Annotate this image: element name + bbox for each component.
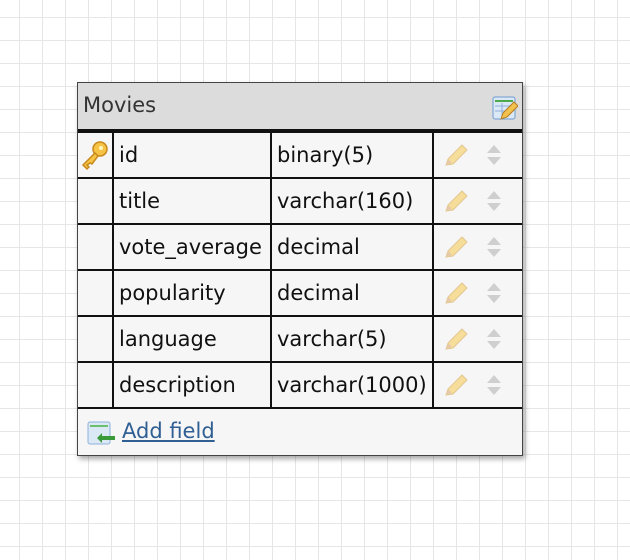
field-actions [431, 315, 522, 363]
key-cell [78, 269, 114, 317]
field-name[interactable]: language [112, 315, 272, 363]
primary-key-icon [81, 141, 108, 171]
entity-title: Movies [83, 93, 157, 117]
entity-movies[interactable]: Movies id binary(5) title varchar(160) v… [77, 82, 523, 456]
reorder-arrows-icon[interactable] [486, 189, 502, 213]
key-cell [78, 131, 114, 179]
reorder-arrows-icon[interactable] [486, 143, 502, 167]
field-row[interactable]: title varchar(160) [78, 177, 522, 225]
field-type[interactable]: varchar(5) [270, 315, 434, 363]
field-name[interactable]: id [112, 131, 272, 179]
field-type[interactable]: decimal [270, 269, 434, 317]
key-cell [78, 223, 114, 271]
field-actions [431, 269, 522, 317]
field-row[interactable]: language varchar(5) [78, 315, 522, 363]
key-cell [78, 315, 114, 363]
field-name[interactable]: vote_average [112, 223, 272, 271]
reorder-arrows-icon[interactable] [486, 281, 502, 305]
field-row[interactable]: vote_average decimal [78, 223, 522, 271]
add-field-icon[interactable] [87, 421, 117, 447]
edit-pencil-icon[interactable] [444, 235, 470, 259]
entity-footer: Add field [78, 409, 522, 455]
edit-pencil-icon[interactable] [444, 189, 470, 213]
field-name[interactable]: description [112, 361, 272, 409]
field-type[interactable]: varchar(160) [270, 177, 434, 225]
field-type[interactable]: varchar(1000) [270, 361, 434, 409]
field-actions [431, 361, 522, 409]
field-type[interactable]: binary(5) [270, 131, 434, 179]
edit-pencil-icon[interactable] [444, 281, 470, 305]
table-edit-icon[interactable] [492, 95, 518, 121]
edit-pencil-icon[interactable] [444, 327, 470, 351]
reorder-arrows-icon[interactable] [486, 327, 502, 351]
edit-pencil-icon[interactable] [444, 373, 470, 397]
reorder-arrows-icon[interactable] [486, 373, 502, 397]
reorder-arrows-icon[interactable] [486, 235, 502, 259]
field-actions [431, 177, 522, 225]
entity-header[interactable]: Movies [78, 83, 522, 131]
key-cell [78, 361, 114, 409]
field-name[interactable]: title [112, 177, 272, 225]
field-type[interactable]: decimal [270, 223, 434, 271]
add-field-link[interactable]: Add field [122, 419, 215, 443]
key-cell [78, 177, 114, 225]
field-row[interactable]: description varchar(1000) [78, 361, 522, 409]
field-row[interactable]: id binary(5) [78, 131, 522, 179]
field-actions [431, 131, 522, 179]
field-actions [431, 223, 522, 271]
field-row[interactable]: popularity decimal [78, 269, 522, 317]
edit-pencil-icon[interactable] [444, 143, 470, 167]
field-name[interactable]: popularity [112, 269, 272, 317]
fields-table: id binary(5) title varchar(160) vote_ave… [78, 131, 522, 409]
